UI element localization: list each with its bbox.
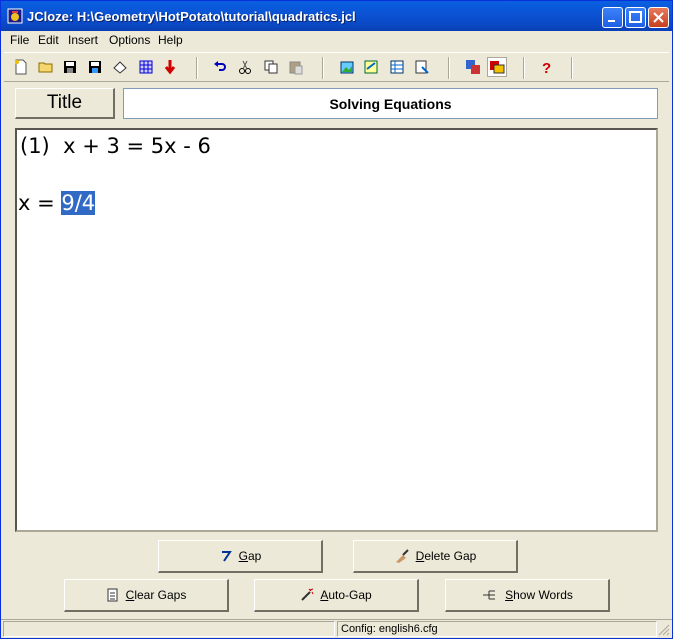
toolbar-separator	[448, 57, 450, 79]
auto-gap-button[interactable]: Auto-Gap	[254, 579, 419, 612]
gap-icon	[221, 551, 232, 562]
selected-gap-text[interactable]: 9/4	[61, 191, 96, 215]
save-icon	[64, 61, 76, 73]
table-button[interactable]	[387, 57, 407, 77]
menu-help[interactable]: Help	[158, 33, 183, 47]
cut-icon	[239, 60, 251, 74]
help-icon: ?	[542, 60, 551, 75]
export-arrow-icon	[164, 60, 176, 75]
word-list-icon	[483, 590, 496, 600]
undo-icon	[214, 61, 226, 71]
insert-button[interactable]	[412, 57, 432, 77]
table-icon	[390, 60, 404, 74]
paste-button[interactable]	[286, 57, 306, 77]
menu-help-label: Help	[158, 33, 183, 47]
export-button[interactable]	[160, 57, 180, 77]
menu-options-label: Options	[109, 33, 151, 47]
delete-gap-label: Delete Gap	[415, 549, 477, 563]
minimize-button[interactable]	[602, 7, 623, 28]
app-window: JCloze: H:\Geometry\HotPotato\tutorial\q…	[0, 0, 673, 639]
add-picture-icon	[340, 61, 354, 74]
save-button[interactable]	[60, 57, 80, 77]
open-folder-icon	[38, 62, 53, 73]
toolbar-separator	[196, 57, 198, 79]
help-button[interactable]: ?	[536, 57, 556, 77]
menu-file-label: File	[10, 33, 30, 47]
undo-button[interactable]	[210, 57, 230, 77]
jcloze-app-icon	[7, 8, 23, 24]
toolbar-separator	[322, 57, 324, 79]
auto-gap-label: Auto-Gap	[320, 588, 372, 602]
add-picture-button[interactable]	[337, 57, 357, 77]
answer-prefix: x =	[18, 191, 62, 215]
save-as-button[interactable]	[85, 57, 105, 77]
new-file-icon	[15, 59, 27, 75]
gap-label: Gap	[238, 549, 262, 563]
link-icon	[364, 60, 378, 74]
menu-insert-label: Insert	[68, 33, 99, 47]
cut-button[interactable]	[235, 57, 255, 77]
new-file-button[interactable]	[11, 57, 31, 77]
clear-gaps-label: Clear Gaps	[125, 588, 187, 602]
minimize-icon	[608, 20, 615, 22]
svg-text:?: ?	[542, 60, 551, 75]
status-panel-empty	[3, 621, 335, 637]
close-icon	[653, 12, 664, 23]
config-status: Config: english6.cfg	[337, 621, 657, 637]
title-field[interactable]: Solving Equations	[123, 88, 658, 119]
colors-icon	[466, 60, 480, 74]
clear-icon	[113, 61, 127, 74]
toolbar-separator	[523, 57, 525, 79]
web-page-button[interactable]	[136, 57, 156, 77]
clear-button[interactable]	[110, 57, 130, 77]
window-title: JCloze: H:\Geometry\HotPotato\tutorial\q…	[27, 9, 356, 24]
status-bar: Config: english6.cfg	[1, 619, 672, 639]
title-bar: JCloze: H:\Geometry\HotPotato\tutorial\q…	[1, 1, 672, 31]
close-button[interactable]	[648, 7, 669, 28]
magic-wand-icon	[301, 588, 314, 601]
copy-icon	[264, 60, 278, 74]
menu-options[interactable]: Options	[109, 33, 150, 47]
toolbar: ?	[4, 52, 669, 82]
open-button[interactable]	[36, 57, 56, 77]
link-button[interactable]	[361, 57, 381, 77]
show-words-button[interactable]: Show Words	[445, 579, 610, 612]
menu-edit[interactable]: Edit	[38, 33, 59, 47]
config-icon	[490, 61, 505, 74]
insert-icon	[415, 60, 429, 74]
maximize-icon	[629, 11, 642, 23]
show-words-label: Show Words	[505, 588, 573, 602]
toolbar-separator	[571, 57, 573, 79]
menu-file[interactable]: File	[10, 33, 29, 47]
paste-icon	[289, 61, 303, 75]
copy-button[interactable]	[261, 57, 281, 77]
menu-bar: File Edit Insert Options Help	[1, 31, 672, 50]
save-as-icon	[89, 61, 101, 73]
gap-button[interactable]: Gap	[158, 540, 323, 573]
delete-gap-button[interactable]: Delete Gap	[353, 540, 518, 573]
colors-button[interactable]	[463, 57, 483, 77]
clear-gaps-button[interactable]: Clear Gaps	[64, 579, 229, 612]
web-page-icon	[139, 60, 153, 74]
clear-document-icon	[107, 588, 118, 602]
menu-insert[interactable]: Insert	[68, 33, 98, 47]
eraser-brush-icon	[395, 549, 409, 563]
menu-edit-label: Edit	[38, 33, 59, 47]
config-button[interactable]	[487, 57, 507, 77]
resize-grip-icon[interactable]	[658, 624, 670, 636]
title-button[interactable]: Title	[15, 88, 115, 119]
equation-line: (1) x + 3 = 5x - 6	[20, 134, 211, 158]
text-editor[interactable]: (1) x + 3 = 5x - 6 x = 9/4	[15, 128, 658, 532]
maximize-button[interactable]	[625, 7, 646, 28]
answer-line: x = 9/4	[18, 191, 96, 215]
